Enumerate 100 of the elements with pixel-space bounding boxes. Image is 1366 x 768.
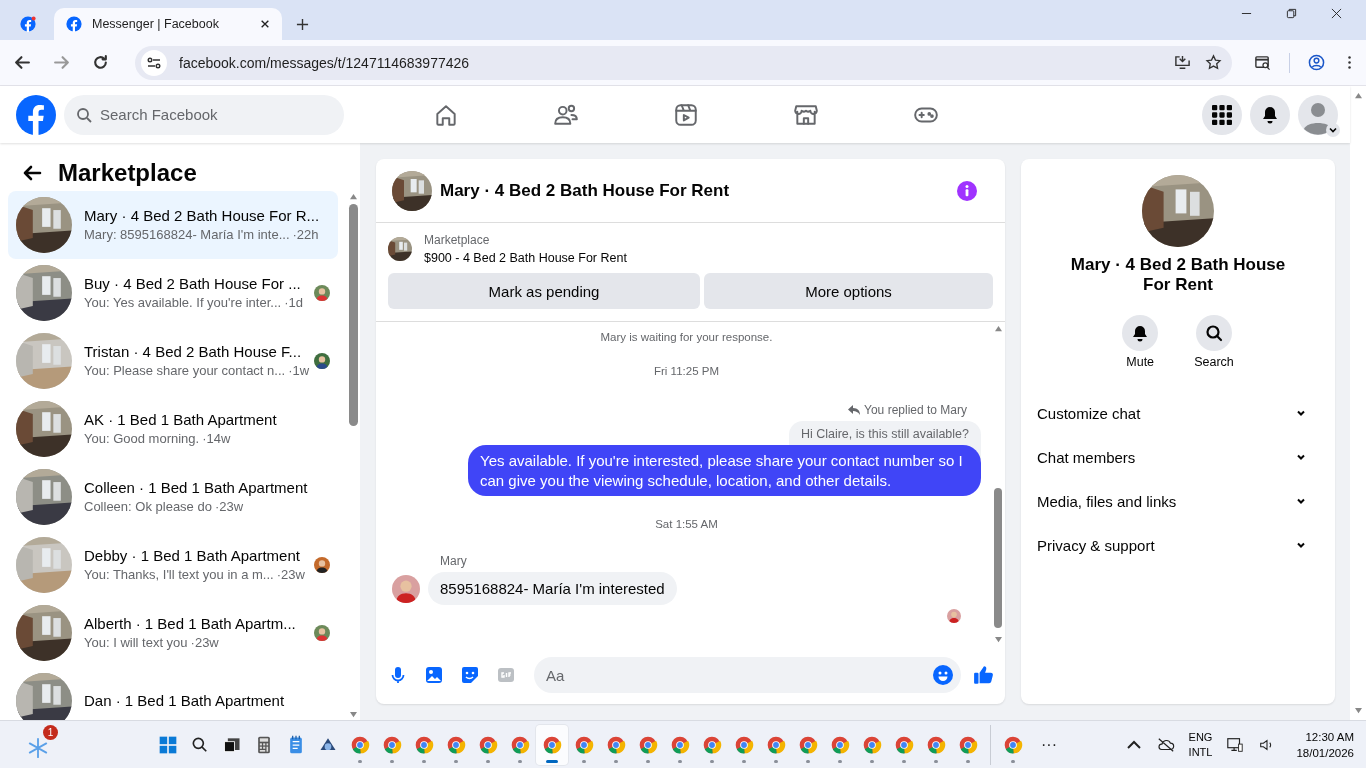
- timestamp: ·23w: [214, 499, 244, 514]
- new-tab-icon[interactable]: [296, 18, 309, 31]
- sender-name: Mary: [440, 554, 468, 568]
- message-preview: You: Please share your contact n...: [84, 363, 286, 378]
- section-header[interactable]: Customize chat: [1037, 391, 1319, 435]
- scroll-up-icon[interactable]: [1353, 92, 1363, 99]
- timestamp: ·22h: [292, 227, 319, 242]
- browser-icon: [574, 734, 594, 755]
- conversation-title: Mary · 4 Bed 2 Bath House For R...: [84, 206, 321, 226]
- avatar-icon: [1298, 94, 1338, 135]
- listing-label: Marketplace: [424, 232, 491, 249]
- mute-button[interactable]: [1122, 315, 1159, 351]
- star-icon[interactable]: [1205, 54, 1222, 71]
- timestamp: ·1w: [288, 363, 310, 378]
- close-icon[interactable]: [1331, 7, 1342, 19]
- back-arrow-icon[interactable]: [22, 163, 42, 183]
- section-header[interactable]: Media, files and links: [1037, 479, 1319, 523]
- search-field[interactable]: Search Facebook: [64, 94, 344, 135]
- site-settings-icon[interactable]: [141, 49, 167, 76]
- conversation-item[interactable]: Tristan · 4 Bed 2 Bath House F... You: Please share your contact n... ·1w: [8, 327, 338, 395]
- search-button[interactable]: [1196, 315, 1232, 351]
- account-button[interactable]: [1298, 94, 1338, 135]
- forward-icon[interactable]: [53, 54, 70, 71]
- browser-icon: [638, 734, 658, 755]
- message-preview: You: I will text you: [84, 635, 188, 650]
- section-header[interactable]: Chat members: [1037, 435, 1319, 479]
- browser-icon: [542, 734, 562, 755]
- menu-button[interactable]: [1202, 94, 1242, 135]
- browser-icon: [798, 734, 818, 755]
- windows-icon: [158, 734, 178, 755]
- conversation-item[interactable]: Alberth · 1 Bed 1 Bath Apartm... You: I will text you ·23w: [8, 599, 338, 667]
- profile-icon[interactable]: [1308, 54, 1325, 71]
- status-text: Mary is waiting for your response.: [599, 331, 774, 343]
- tab-search-icon[interactable]: [1254, 54, 1271, 71]
- reply-icon: [848, 404, 861, 416]
- scroll-thumb[interactable]: [348, 204, 358, 426]
- timestamp: ·1d: [284, 295, 303, 310]
- facebook-logo[interactable]: [16, 94, 56, 135]
- browser-icon: [606, 734, 626, 755]
- clock[interactable]: 12:30 AM 18/01/2026: [1296, 728, 1354, 761]
- scroll-down-icon[interactable]: [993, 636, 1003, 643]
- timestamp: ·23w: [190, 635, 219, 650]
- scroll-down-icon[interactable]: [348, 711, 358, 718]
- more-button[interactable]: ···: [1029, 724, 1069, 765]
- action-button[interactable]: More options: [704, 273, 993, 309]
- timestamp: Fri 11:25 PM: [653, 365, 720, 377]
- message-preview: You: Yes available. If you're inter...: [84, 295, 282, 310]
- back-icon[interactable]: [14, 54, 31, 71]
- cloud-off-icon[interactable]: [1156, 735, 1175, 754]
- browser-icon: [1003, 734, 1023, 755]
- browser-icon: [766, 734, 786, 755]
- message-input[interactable]: Aa: [534, 657, 961, 693]
- scroll-up-icon[interactable]: [348, 193, 358, 200]
- timestamp: ·23w: [276, 567, 305, 582]
- conversation-item[interactable]: AK · 1 Bed 1 Bath Apartment You: Good morning. ·14w: [8, 395, 338, 463]
- thumbs-up-icon[interactable]: [973, 664, 995, 686]
- section-header[interactable]: Privacy & support: [1037, 523, 1319, 567]
- message-preview: Colleen: Ok please do: [84, 499, 212, 514]
- monitor-icon[interactable]: [1226, 735, 1245, 754]
- browser-icon: [894, 734, 914, 755]
- close-icon[interactable]: [260, 19, 270, 29]
- reload-icon[interactable]: [92, 54, 109, 71]
- conversation-item[interactable]: Colleen · 1 Bed 1 Bath Apartment Colleen: Ok please do ·23w: [8, 463, 338, 531]
- conversation-title: Alberth · 1 Bed 1 Bath Apartm...: [84, 614, 297, 634]
- snowflake-icon: [27, 736, 49, 759]
- bell-icon: [1260, 104, 1280, 125]
- scroll-thumb[interactable]: [994, 488, 1002, 628]
- restore-icon[interactable]: [1286, 7, 1297, 19]
- image-icon[interactable]: [424, 665, 444, 685]
- menu-icon[interactable]: [1347, 54, 1352, 71]
- install-icon[interactable]: [1174, 54, 1191, 71]
- address-bar[interactable]: facebook.com/messages/t/1247114683977426: [135, 45, 1232, 80]
- browser-icon: [702, 734, 722, 755]
- browser-icon: [862, 734, 882, 755]
- scroll-up-icon[interactable]: [993, 325, 1003, 332]
- browser-icon: [350, 734, 370, 755]
- sticker-icon[interactable]: [460, 665, 480, 685]
- facebook-icon: [66, 16, 82, 32]
- action-label: Mute: [1126, 355, 1155, 369]
- grid-icon: [1212, 104, 1232, 125]
- language-indicator[interactable]: ENG INTL: [1188, 729, 1213, 760]
- weather-button[interactable]: 1: [18, 724, 58, 765]
- browser-icon: [446, 734, 466, 755]
- conversation-item[interactable]: Debby · 1 Bed 1 Bath Apartment You: Thanks, I'll text you in a m... ·23w: [8, 531, 338, 599]
- timestamp: ·14w: [202, 431, 231, 446]
- scroll-down-icon[interactable]: [1353, 707, 1363, 714]
- conversation-title: Tristan · 4 Bed 2 Bath House F...: [84, 342, 302, 362]
- action-button[interactable]: Mark as pending: [388, 273, 701, 309]
- conversation-item[interactable]: Mary · 4 Bed 2 Bath House For R... Mary: 8595168824- María I'm inte... ·22h: [8, 191, 338, 259]
- browser-tab[interactable]: Messenger | Facebook: [54, 8, 282, 40]
- browser-icon: [478, 734, 498, 755]
- conversation-title: Buy · 4 Bed 2 Bath House For ...: [84, 274, 302, 294]
- info-icon[interactable]: [957, 180, 977, 201]
- message-preview: Mary: 8595168824- María I'm inte...: [84, 227, 290, 242]
- browser-icon: [734, 734, 754, 755]
- notifications-button[interactable]: [1250, 94, 1290, 135]
- conversation-item[interactable]: Buy · 4 Bed 2 Bath House For ... You: Yes available. If you're inter... ·1d: [8, 259, 338, 327]
- browser-icon: [510, 734, 530, 755]
- emoji-icon[interactable]: [933, 665, 953, 685]
- message-bubble: Yes available. If you're interested, please share your contact number so I can give you the viewing schedule, location, and other details.: [468, 445, 981, 496]
